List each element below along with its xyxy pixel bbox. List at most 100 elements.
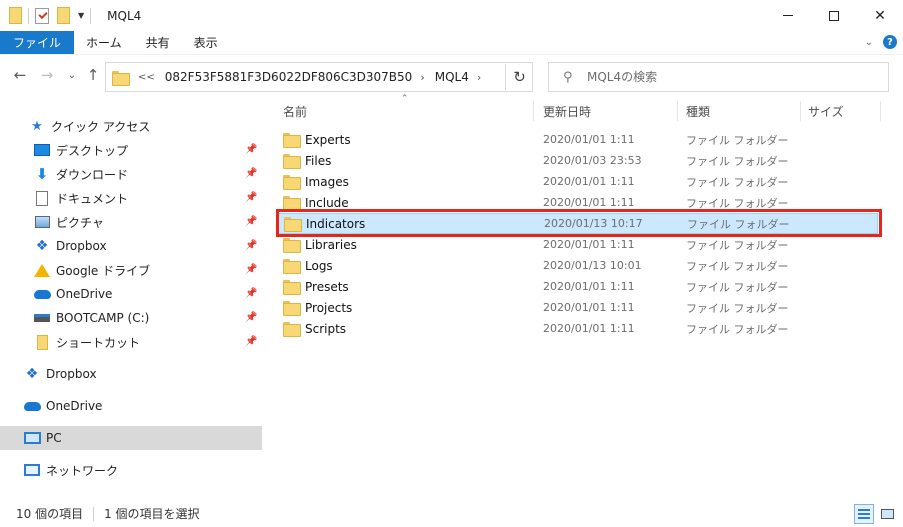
column-divider[interactable] (880, 101, 881, 121)
sidebar-item-label: ネットワーク (46, 463, 119, 478)
folder-icon (283, 322, 301, 337)
sidebar-item-quick-access[interactable]: ★ クイック アクセス (28, 114, 150, 138)
search-box[interactable]: ⚲ (548, 62, 889, 92)
sidebar-item-label: OneDrive (56, 287, 113, 301)
file-type: ファイル フォルダー (686, 259, 789, 273)
file-row[interactable]: Libraries 2020/01/01 1:11 ファイル フォルダー (278, 234, 878, 255)
column-divider[interactable] (533, 101, 534, 121)
forward-button[interactable]: → (37, 64, 57, 86)
minimize-button[interactable] (765, 0, 811, 31)
large-icons-view-button[interactable] (877, 504, 897, 524)
file-type: ファイル フォルダー (686, 238, 789, 252)
file-type: ファイル フォルダー (686, 175, 789, 189)
pin-icon[interactable]: 📌 (245, 336, 257, 347)
recent-locations-button[interactable]: ⌄ (62, 64, 82, 86)
file-type: ファイル フォルダー (686, 196, 789, 210)
properties-icon[interactable] (35, 7, 49, 24)
help-icon[interactable]: ? (883, 35, 897, 49)
sidebar-item-dropbox[interactable]: ❖ Dropbox (33, 234, 107, 258)
file-row[interactable]: Include 2020/01/01 1:11 ファイル フォルダー (278, 192, 878, 213)
status-bar: 10 個の項目 1 個の項目を選択 (0, 500, 903, 527)
file-row[interactable]: Images 2020/01/01 1:11 ファイル フォルダー (278, 171, 878, 192)
close-button[interactable]: ✕ (857, 0, 903, 31)
pin-icon[interactable]: 📌 (245, 240, 257, 251)
file-row[interactable]: Scripts 2020/01/01 1:11 ファイル フォルダー (278, 318, 878, 339)
sidebar-item-pc[interactable]: PC (0, 426, 262, 450)
breadcrumb-item[interactable]: MQL4 (435, 70, 469, 84)
folder-icon (283, 175, 301, 190)
address-bar[interactable]: << 082F53F5881F3D6022DF806C3D307B50 › MQ… (105, 62, 533, 92)
sidebar-item-documents[interactable]: ドキュメント (33, 186, 128, 210)
sidebar-item-label: ピクチャ (56, 215, 104, 230)
refresh-button[interactable]: ↻ (505, 64, 533, 90)
folder-icon (283, 301, 301, 316)
column-header-name[interactable]: 名前 (283, 98, 307, 124)
maximize-button[interactable] (811, 0, 857, 31)
expand-ribbon-icon[interactable]: ⌄ (865, 37, 873, 48)
sidebar-item-onedrive[interactable]: OneDrive (33, 282, 112, 306)
column-divider[interactable] (800, 101, 801, 121)
pin-icon[interactable]: 📌 (245, 312, 257, 323)
breadcrumb-item[interactable]: 082F53F5881F3D6022DF806C3D307B50 (165, 70, 413, 84)
pin-icon[interactable]: 📌 (245, 288, 257, 299)
chevron-right-icon[interactable]: › (420, 71, 424, 84)
new-folder-icon[interactable] (57, 7, 70, 24)
file-row[interactable]: Projects 2020/01/01 1:11 ファイル フォルダー (278, 297, 878, 318)
tab-home[interactable]: ホーム (74, 31, 134, 54)
pin-icon[interactable]: 📌 (245, 216, 257, 227)
column-header-type[interactable]: 種類 (686, 98, 710, 124)
arrow-up-icon: ↑ (86, 66, 100, 84)
sidebar-item-label: ドキュメント (56, 191, 129, 206)
chevron-right-icon[interactable]: › (477, 71, 481, 84)
sidebar-item-label: OneDrive (46, 399, 103, 413)
download-icon: ⬇ (35, 165, 49, 183)
back-button[interactable]: ← (10, 64, 30, 86)
column-divider[interactable] (677, 101, 678, 121)
tab-view[interactable]: 表示 (182, 31, 230, 54)
pin-icon[interactable]: 📌 (245, 144, 257, 155)
search-input[interactable] (587, 70, 867, 84)
sidebar-item-desktop[interactable]: デスクトップ (33, 138, 128, 162)
pin-icon[interactable]: 📌 (245, 264, 257, 275)
file-type: ファイル フォルダー (686, 280, 789, 294)
sidebar-item-pictures[interactable]: ピクチャ (33, 210, 104, 234)
file-row[interactable]: Logs 2020/01/13 10:01 ファイル フォルダー (278, 255, 878, 276)
details-view-icon (858, 509, 870, 519)
column-header-size[interactable]: サイズ (808, 98, 844, 124)
pin-icon[interactable]: 📌 (245, 168, 257, 179)
onedrive-icon (33, 286, 51, 302)
file-name: Projects (305, 300, 353, 315)
file-date: 2020/01/13 10:01 (543, 259, 642, 272)
sidebar-item-google-drive[interactable]: Google ドライブ (33, 258, 150, 282)
pin-icon[interactable]: 📌 (245, 192, 257, 203)
sidebar-item-onedrive-root[interactable]: OneDrive (23, 394, 102, 418)
file-row[interactable]: Experts 2020/01/01 1:11 ファイル フォルダー (278, 129, 878, 150)
breadcrumb-overflow[interactable]: << (138, 72, 155, 83)
sidebar-item-shortcuts[interactable]: ショートカット (33, 330, 140, 354)
sidebar-item-label: Dropbox (46, 367, 97, 381)
close-icon: ✕ (874, 7, 886, 24)
details-view-button[interactable] (854, 504, 874, 524)
tab-share[interactable]: 共有 (134, 31, 182, 54)
customize-toolbar-icon[interactable]: ▼ (78, 11, 84, 20)
column-header-date[interactable]: 更新日時 (543, 98, 591, 124)
file-date: 2020/01/13 10:17 (544, 217, 643, 230)
file-date: 2020/01/01 1:11 (543, 196, 635, 209)
window-title: MQL4 (107, 8, 142, 23)
folder-icon[interactable] (9, 7, 22, 24)
file-name: Include (305, 195, 349, 210)
sidebar-item-network[interactable]: ネットワーク (23, 458, 118, 482)
file-row[interactable]: Presets 2020/01/01 1:11 ファイル フォルダー (278, 276, 878, 297)
tab-file[interactable]: ファイル (0, 31, 75, 54)
sidebar-item-dropbox-root[interactable]: ❖ Dropbox (23, 362, 97, 386)
sidebar-item-bootcamp[interactable]: BOOTCAMP (C:) (33, 306, 149, 330)
file-row[interactable]: Files 2020/01/03 23:53 ファイル フォルダー (278, 150, 878, 171)
navigation-pane: ★ クイック アクセス デスクトップ 📌 ⬇ ダウンロード 📌 ドキュメント 📌… (0, 108, 262, 498)
chevron-down-icon: ⌄ (67, 69, 77, 81)
sort-ascending-icon: ⌃ (401, 94, 409, 104)
sidebar-item-downloads[interactable]: ⬇ ダウンロード (33, 162, 128, 186)
file-name: Images (305, 174, 349, 189)
drive-icon (33, 310, 51, 326)
up-button[interactable]: ↑ (83, 64, 103, 86)
file-row-selected[interactable]: Indicators 2020/01/13 10:17 ファイル フォルダー (278, 213, 878, 234)
